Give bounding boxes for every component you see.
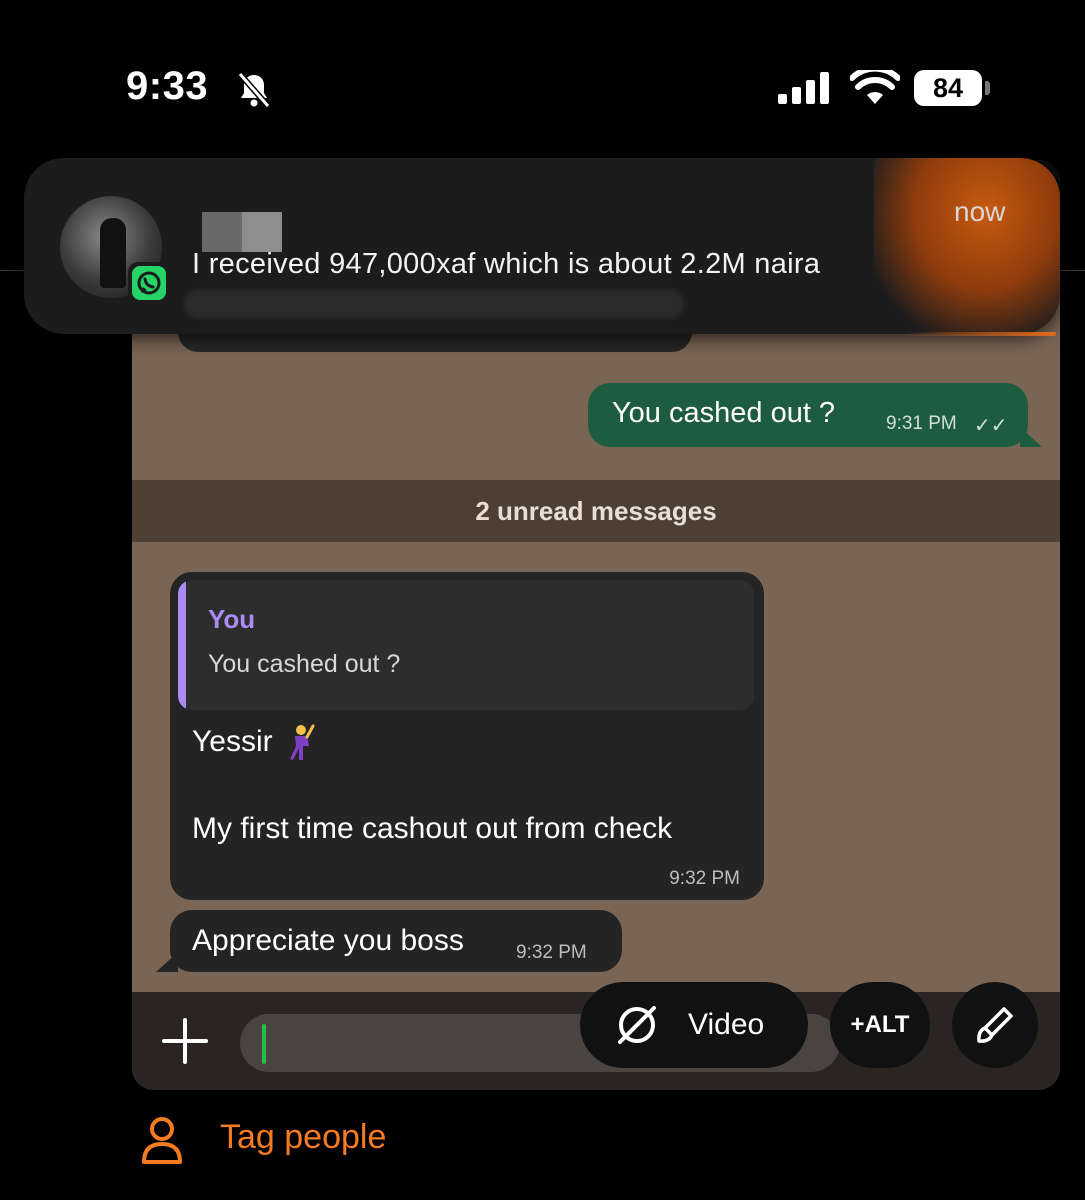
signal-icon — [778, 72, 829, 104]
notification-edge-glow — [24, 332, 1056, 336]
tag-people-label: Tag people — [220, 1118, 387, 1156]
add-alt-text-button[interactable]: +ALT — [830, 982, 930, 1068]
notification-glow — [874, 158, 1060, 334]
read-ticks-icon: ✓✓ — [974, 415, 1008, 437]
outgoing-message-time: 9:31 PM — [886, 413, 957, 434]
battery-indicator: 84 — [914, 70, 992, 106]
notification-banner[interactable]: I received 947,000xaf which is about 2.2… — [24, 158, 1060, 334]
incoming-message-text: Appreciate you boss — [192, 924, 464, 957]
bubble-tail — [156, 952, 178, 972]
reply-message-time: 9:32 PM — [669, 868, 740, 889]
person-icon — [142, 1117, 182, 1164]
avatar-figure — [100, 218, 126, 288]
unread-messages-divider: 2 unread messages — [132, 480, 1060, 542]
status-time: 9:33 — [126, 64, 209, 108]
video-toggle-button[interactable]: Video — [580, 982, 808, 1068]
outgoing-message-text: You cashed out ? — [612, 397, 836, 429]
redacted-preview-line — [184, 290, 684, 318]
battery-nub — [985, 81, 990, 95]
video-off-icon — [618, 1006, 656, 1044]
brush-icon — [977, 1007, 1013, 1043]
text-caret — [262, 1024, 266, 1064]
bubble-tail — [1020, 427, 1042, 447]
notification-message: I received 947,000xaf which is about 2.2… — [192, 248, 821, 280]
edit-button[interactable] — [952, 982, 1038, 1068]
plus-icon[interactable] — [160, 1016, 210, 1066]
video-label: Video — [688, 1008, 765, 1041]
dancing-man-emoji-icon — [289, 724, 315, 760]
quoted-message[interactable]: You You cashed out ? — [178, 580, 754, 710]
incoming-message-bubble[interactable]: Appreciate you boss 9:32 PM — [156, 910, 622, 972]
incoming-reply-bubble[interactable]: You You cashed out ? Yessir My first tim… — [170, 572, 764, 900]
reply-line-1-text: Yessir — [192, 724, 273, 758]
reply-line-1: Yessir — [192, 724, 315, 762]
redacted-sender-name — [202, 212, 242, 252]
notification-time: now — [954, 196, 1006, 227]
battery-level: 84 — [914, 70, 982, 106]
whatsapp-badge — [128, 262, 170, 304]
redacted-sender-name-2 — [242, 212, 282, 252]
quote-author: You — [208, 604, 256, 634]
quote-text: You cashed out ? — [208, 650, 401, 678]
reply-line-2: My first time cashout out from check — [192, 812, 673, 845]
outgoing-message-bubble[interactable]: You cashed out ? 9:31 PM ✓✓ — [588, 383, 1042, 447]
wifi-icon — [850, 70, 900, 104]
whatsapp-icon — [132, 266, 166, 300]
quote-accent-bar — [178, 580, 186, 710]
incoming-message-time: 9:32 PM — [516, 942, 587, 963]
bell-slash-icon — [237, 72, 271, 108]
